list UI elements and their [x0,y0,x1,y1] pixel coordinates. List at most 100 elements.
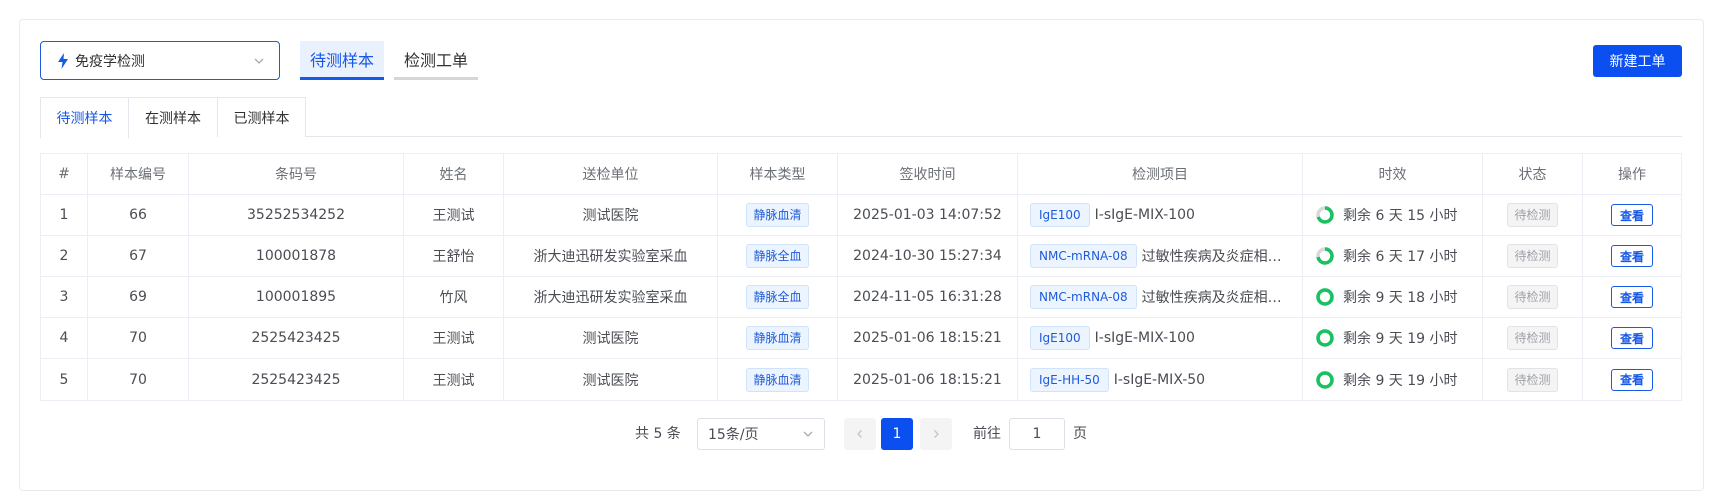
progress-ring-icon [1316,370,1334,389]
patient-name: 王测试 [404,318,504,358]
view-button[interactable]: 查看 [1611,286,1653,308]
table-header: # 样本编号 条码号 姓名 送检单位 样本类型 签收时间 检测项目 时效 状态 … [41,154,1681,195]
status-badge: 待检测 [1507,367,1558,392]
row-index: 4 [41,318,88,358]
sample-number: 67 [88,236,189,276]
test-items-cell: IgE100 I-sIgE-MIX-100 [1018,195,1303,235]
test-item-text: I-sIgE-MIX-50 [1113,371,1206,388]
barcode: 100001895 [189,277,404,317]
column-header: 操作 [1618,167,1646,183]
sample-type-tag: 静脉血清 [746,326,809,350]
table-row: 5 70 2525423425 王测试 测试医院 静脉血清 2025-01-06 18:15… [41,359,1681,400]
received-time: 2025-01-03 14:07:52 [838,195,1018,235]
page-number-current[interactable]: 1 [881,418,913,450]
chevron-left-icon [857,430,862,438]
remaining-time: 剩余 6 天 15 小时 [1343,208,1458,224]
action-cell: 查看 [1583,359,1681,400]
goto-label: 前往 [973,426,1001,442]
test-items-cell: NMC-mRNA-08 过敏性疾病及炎症相关… [1018,277,1303,317]
view-button[interactable]: 查看 [1611,245,1653,267]
test-item-tag: NMC-mRNA-08 [1030,285,1137,309]
sample-type-tag: 静脉全血 [746,244,809,268]
remaining-time: 剩余 9 天 19 小时 [1343,331,1458,347]
sample-sub-tabs: 待测样本 在测样本 已测样本 [40,97,1682,138]
timeliness-cell: 剩余 9 天 19 小时 [1303,318,1483,358]
table-row: 4 70 2525423425 王测试 测试医院 静脉血清 2025-01-06 18:15… [41,318,1681,359]
barcode: 100001878 [189,236,404,276]
patient-name: 王测试 [404,195,504,235]
submitting-unit: 测试医院 [504,318,718,358]
tab-pending-samples[interactable]: 待测样本 [300,41,384,80]
subtab-pending[interactable]: 待测样本 [40,97,129,138]
status-cell: 待检测 [1483,318,1583,358]
column-header: 状态 [1483,154,1583,194]
submitting-unit: 测试医院 [504,359,718,400]
test-items-cell: NMC-mRNA-08 过敏性疾病及炎症相关… [1018,236,1303,276]
status-cell: 待检测 [1483,277,1583,317]
received-time: 2025-01-06 18:15:21 [838,359,1018,400]
tab-test-orders[interactable]: 检测工单 [394,41,478,80]
status-badge: 待检测 [1507,326,1558,350]
barcode: 2525423425 [189,359,404,400]
column-header: # [41,154,88,194]
patient-name: 王舒怡 [404,236,504,276]
sample-type-cell: 静脉全血 [718,236,838,276]
timeliness-cell: 剩余 9 天 19 小时 [1303,359,1483,400]
test-item-tag: IgE-HH-50 [1030,367,1109,392]
sample-type-tag: 静脉血清 [746,203,809,227]
status-badge: 待检测 [1507,203,1558,227]
test-item-text: I-sIgE-MIX-100 [1094,330,1195,346]
sample-type-cell: 静脉血清 [718,359,838,400]
view-button[interactable]: 查看 [1611,368,1653,391]
row-index: 1 [41,195,88,235]
module-select-value: 免疫学检测 [75,53,145,70]
column-header: 姓名 [404,154,504,194]
status-cell: 待检测 [1483,195,1583,235]
sample-type-cell: 静脉血清 [718,195,838,235]
remaining-time: 剩余 9 天 19 小时 [1343,372,1458,389]
sample-number: 70 [88,359,189,400]
test-items-cell: IgE100 I-sIgE-MIX-100 [1018,318,1303,358]
module-select[interactable]: 免疫学检测 [40,41,280,80]
page-size-select[interactable]: 15条/页 [697,418,825,450]
progress-ring-icon [1316,206,1334,224]
test-item-tag: IgE100 [1030,326,1090,350]
test-item-text: I-sIgE-MIX-100 [1094,207,1195,223]
submitting-unit: 测试医院 [504,195,718,235]
goto-page-input[interactable] [1009,418,1065,450]
subtab-tested[interactable]: 已测样本 [217,97,306,137]
goto-suffix: 页 [1073,426,1087,442]
view-button[interactable]: 查看 [1611,204,1653,226]
subtab-testing[interactable]: 在测样本 [128,97,218,137]
progress-ring-icon [1316,329,1334,347]
sample-type-tag: 静脉血清 [746,367,809,392]
column-header: 样本编号 [88,154,189,194]
timeliness-cell: 剩余 6 天 17 小时 [1303,236,1483,276]
action-cell: 查看 [1583,236,1681,276]
page-size-value: 15条/页 [708,427,759,443]
table-row: 2 67 100001878 王舒怡 浙大迪迅研发实验室采血 静脉全血 2024-10-30… [41,236,1681,277]
progress-ring-icon [1316,288,1334,306]
row-index: 2 [41,236,88,276]
column-header: 时效 [1303,154,1483,194]
remaining-time: 剩余 6 天 17 小时 [1343,249,1458,265]
test-item-text: 过敏性疾病及炎症相关… [1141,249,1292,265]
chevron-down-icon [254,58,264,64]
sample-number: 70 [88,318,189,358]
received-time: 2024-10-30 15:27:34 [838,236,1018,276]
chevron-down-icon [803,431,813,437]
row-index: 5 [41,359,88,400]
status-cell: 待检测 [1483,236,1583,276]
patient-name: 竹风 [404,277,504,317]
view-button[interactable]: 查看 [1611,327,1653,349]
sample-type-tag: 静脉全血 [746,285,809,309]
sample-type-cell: 静脉全血 [718,277,838,317]
sample-number: 69 [88,277,189,317]
prev-page-button[interactable] [844,418,876,450]
barcode: 35252534252 [189,195,404,235]
action-cell: 查看 [1583,277,1681,317]
patient-name: 王测试 [404,359,504,400]
remaining-time: 剩余 9 天 18 小时 [1343,290,1458,306]
new-order-button[interactable]: 新建工单 [1593,45,1682,77]
next-page-button[interactable] [920,418,952,450]
